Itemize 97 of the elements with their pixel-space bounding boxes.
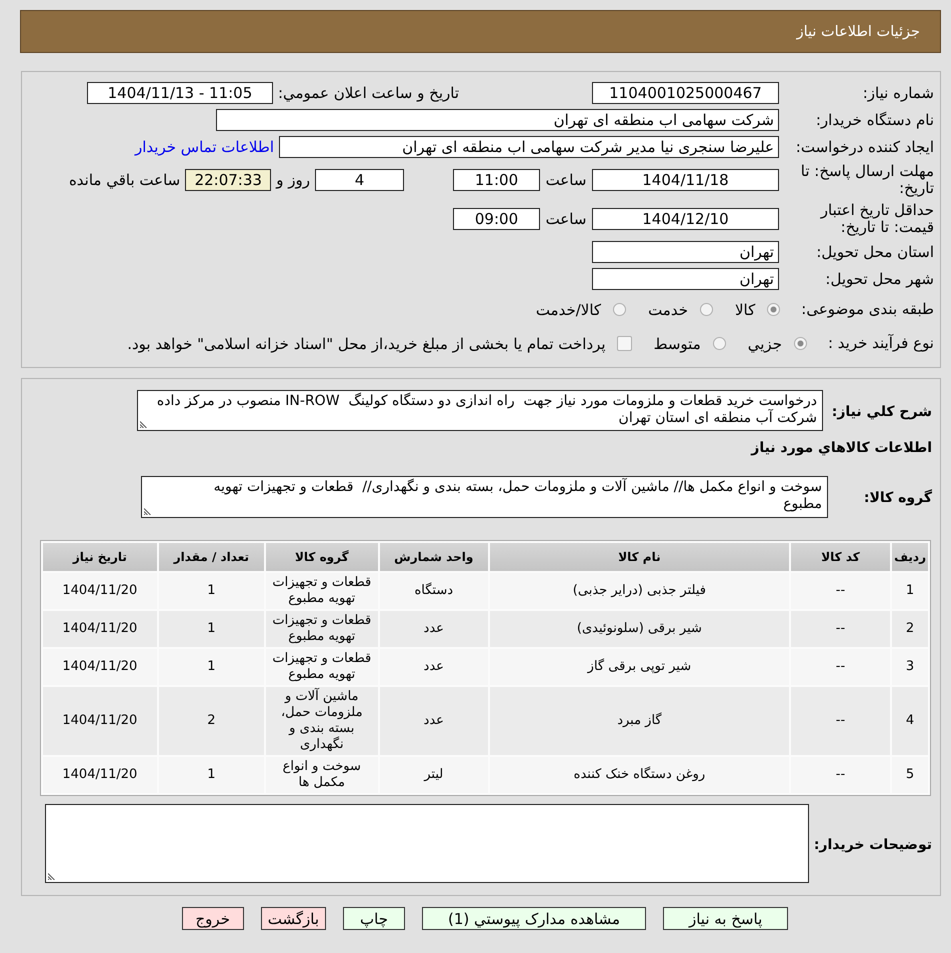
table-cell: 4: [892, 687, 928, 755]
table-cell: فیلتر جذبی (درایر جذبی): [490, 573, 789, 609]
field-label: ساعت باقي مانده: [68, 171, 180, 189]
field-label: ایجاد کننده درخواست:: [796, 139, 934, 156]
radio-button[interactable]: [794, 337, 807, 350]
deadline-time-field[interactable]: 11:00: [453, 169, 540, 191]
radio-label: متوسط: [654, 334, 701, 352]
field-label: حداقل تاریخ اعتبار قیمت: تا تاریخ:: [819, 202, 934, 236]
page-title: جزئیات اطلاعات نیاز: [796, 24, 920, 40]
table-cell: 1404/11/20: [43, 687, 157, 755]
table-cell: لیتر: [380, 757, 488, 793]
radio-label: خدمت: [648, 300, 688, 318]
announcement-date-field[interactable]: 1404/11/13 - 11:05: [86, 82, 273, 104]
need-number-field[interactable]: 1104001025000467: [592, 82, 779, 104]
table-cell: شیر برقی (سلونوئیدی): [490, 611, 789, 647]
field-label: روز و: [276, 171, 310, 189]
field-label: استان محل تحویل:: [816, 244, 934, 261]
table-cell: 1: [892, 573, 928, 609]
table-cell: 1: [158, 611, 264, 647]
field-label: شرح کلي نیاز:: [832, 404, 932, 420]
table-cell: عدد: [380, 649, 488, 685]
table-cell: شیر توپی برقی گاز: [490, 649, 789, 685]
table-cell: عدد: [380, 687, 488, 755]
field-label: شهر محل تحویل:: [825, 271, 934, 288]
buyer-notes-field[interactable]: [44, 804, 809, 883]
requester-field[interactable]: علیرضا سنجری نیا مدیر شرکت سهامی اب منطقه ای تهران: [279, 136, 779, 158]
field-label: طبقه بندی موضوعی:: [801, 301, 934, 318]
table-cell: 1404/11/20: [43, 757, 157, 793]
action-button[interactable]: خروج: [182, 907, 244, 930]
column-header: کد کالا: [790, 543, 890, 571]
table-cell: سوخت و انواع مکمل ها: [266, 757, 378, 793]
action-button[interactable]: پاسخ به نیاز: [662, 907, 788, 930]
column-header: ردیف: [892, 543, 928, 571]
table-cell: --: [790, 649, 890, 685]
radio-button[interactable]: [613, 303, 626, 316]
treasury-checkbox[interactable]: [616, 336, 632, 351]
radio-button[interactable]: [712, 337, 726, 350]
table-cell: 2: [892, 611, 928, 647]
field-label: ساعت: [545, 171, 587, 189]
table-cell: 1404/11/20: [43, 649, 157, 685]
column-header: واحد شمارش: [380, 543, 488, 571]
table-cell: روغن دستگاه خنک کننده: [490, 757, 789, 793]
radio-label: کالا/خدمت: [536, 300, 602, 318]
field-label: توضیحات خریدار:: [814, 836, 932, 852]
table-cell: --: [790, 573, 890, 609]
goods-group-field[interactable]: سوخت و انواع مکمل ها// ماشین آلات و ملزومات حمل، بسته بندی و نگهداری// قطعات و تجهیزات تهویه مطبوع: [141, 476, 828, 518]
table-cell: قطعات و تجهیزات تهویه مطبوع: [266, 649, 378, 685]
table-cell: قطعات و تجهیزات تهویه مطبوع: [266, 611, 378, 647]
table-cell: 1: [158, 573, 264, 609]
contact-link[interactable]: اطلاعات تماس خریدار: [135, 138, 274, 156]
radio-label: کالا: [734, 300, 756, 318]
action-button[interactable]: مشاهده مدارک پیوستي (1): [422, 907, 646, 930]
column-header: تاریخ نیاز: [43, 543, 157, 571]
field-label: مهلت ارسال پاسخ: تا تاریخ:: [800, 163, 934, 197]
need-description-field[interactable]: درخواست خرید قطعات و ملزومات مورد نیاز جهت راه اندازی دو دستگاه کولینگ IN-ROW منصوب در مرکز داده شرکت آب منطقه ای استان تهران: [137, 390, 823, 431]
field-label: تاریخ و ساعت اعلان عمومي:: [278, 84, 459, 102]
field-label: نام دستگاه خریدار:: [816, 112, 934, 129]
resize-grip-icon[interactable]: [140, 421, 147, 428]
table-cell: --: [790, 757, 890, 793]
field-label: نوع فرآیند خرید :: [828, 335, 934, 352]
table-cell: گاز مبرد: [490, 687, 789, 755]
table-cell: --: [790, 687, 890, 755]
table-cell: ماشین آلات و ملزومات حمل، بسته بندی و نگهداری: [266, 687, 378, 755]
table-cell: 1404/11/20: [43, 611, 157, 647]
table-cell: 2: [158, 687, 264, 755]
column-header: تعداد / مقدار: [158, 543, 264, 571]
field-label: گروه کالا:: [864, 490, 932, 506]
field-label: شماره نیاز:: [862, 85, 934, 102]
table-cell: قطعات و تجهیزات تهویه مطبوع: [266, 573, 378, 609]
radio-button[interactable]: [767, 303, 780, 316]
table-cell: 1: [158, 757, 264, 793]
table-cell: عدد: [380, 611, 488, 647]
radio-button[interactable]: [700, 303, 713, 316]
resize-grip-icon[interactable]: [144, 508, 151, 515]
column-header: گروه کالا: [266, 543, 378, 571]
table-cell: --: [790, 611, 890, 647]
province-field[interactable]: تهران: [592, 241, 779, 263]
table-cell: 5: [892, 757, 928, 793]
validity-date-field[interactable]: 1404/12/10: [592, 208, 779, 230]
validity-time-field[interactable]: 09:00: [453, 208, 540, 230]
resize-grip-icon[interactable]: [48, 873, 55, 880]
buyer-organization-field[interactable]: شرکت سهامی اب منطقه ای تهران: [216, 109, 779, 131]
section-heading: اطلاعات کالاهاي مورد نیاز: [751, 439, 932, 457]
table-cell: دستگاه: [380, 573, 488, 609]
column-header: نام کالا: [490, 543, 789, 571]
table-cell: 3: [892, 649, 928, 685]
table-cell: 1404/11/20: [43, 573, 157, 609]
action-button[interactable]: بازگشت: [260, 907, 326, 930]
action-button[interactable]: چاپ: [343, 907, 405, 930]
days-left-field[interactable]: 4: [315, 169, 404, 191]
city-field[interactable]: تهران: [592, 268, 779, 290]
deadline-date-field[interactable]: 1404/11/18: [592, 169, 779, 191]
treasury-payment-note: پرداخت تمام یا بخشی از مبلغ خرید،از محل "اسناد خزانه اسلامی" خواهد بود.: [127, 334, 606, 352]
time-left-field[interactable]: 22:07:33: [185, 169, 272, 191]
field-label: ساعت: [545, 210, 587, 228]
table-cell: 1: [158, 649, 264, 685]
radio-label: جزيي: [748, 334, 782, 352]
